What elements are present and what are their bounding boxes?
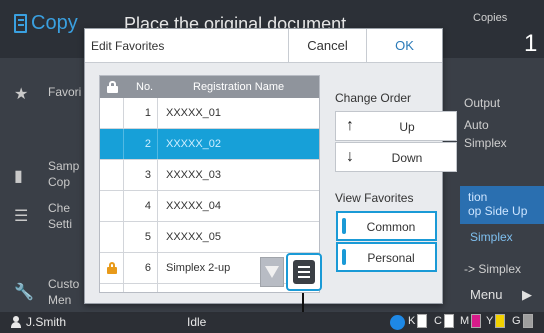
printer-status: Idle [187, 315, 207, 329]
output-label: Output [464, 96, 501, 110]
indicator-bar [342, 249, 346, 265]
column-header-name: Registration Name [193, 81, 285, 93]
copies-label: Copies [473, 12, 508, 24]
menu-icon [293, 260, 315, 284]
cancel-button[interactable]: Cancel [288, 29, 366, 62]
down-button[interactable]: ↓ Down [335, 142, 457, 172]
table-header: No. Registration Name [100, 76, 319, 98]
ink-level-y [495, 314, 506, 328]
check-settings-item[interactable]: ☰ Che Setti [0, 200, 84, 234]
left-panel: ★ Favori ▮ Samp Cop ☰ Che Setti 🔧 Custo … [0, 58, 84, 312]
ink-level-m [471, 314, 482, 328]
favorites-icon: ★ [14, 86, 29, 103]
edit-favorites-dialog: Edit Favorites Cancel OK No. Registratio… [84, 28, 457, 304]
table-row[interactable]: 4 XXXXX_04 [100, 191, 319, 222]
table-row[interactable]: 1 XXXXX_01 [100, 98, 319, 129]
ink-k: K [408, 314, 428, 328]
up-button[interactable]: ↑ Up [335, 111, 457, 141]
simplex-arrow-label: -> Simplex [464, 262, 522, 276]
simplex-label: Simplex [464, 136, 507, 150]
lock-icon [107, 262, 117, 274]
dialog-header: Edit Favorites Cancel OK [85, 29, 442, 63]
user-indicator[interactable]: J.Smith [10, 315, 66, 329]
callout-line [302, 293, 304, 312]
wrench-icon: 🔧 [14, 284, 34, 301]
list-menu-button[interactable] [286, 253, 322, 291]
user-name: J.Smith [26, 315, 67, 329]
dialog-title: Edit Favorites [91, 39, 165, 53]
sample-copy-item[interactable]: ▮ Samp Cop [0, 158, 84, 192]
table-row-selected[interactable]: 2 XXXXX_02 [100, 129, 319, 160]
duplex-label: Simplex [470, 230, 513, 244]
ink-level-g [522, 314, 533, 328]
indicator-bar [342, 218, 346, 234]
ink-y: Y [486, 314, 506, 328]
ink-level-c [443, 314, 454, 328]
copies-value[interactable]: 1 [524, 30, 537, 58]
status-bar: J.Smith Idle K C M Y G [0, 312, 544, 333]
table-row[interactable]: 3 XXXXX_03 [100, 160, 319, 191]
scroll-down-button[interactable] [260, 257, 284, 287]
ok-button[interactable]: OK [366, 29, 442, 62]
ink-level-k [417, 314, 428, 328]
auto-label: Auto [464, 118, 489, 132]
app-title-text: Copy [31, 12, 78, 34]
change-order-label: Change Order [335, 91, 412, 105]
network-icon [390, 315, 405, 330]
personal-button[interactable]: Personal [336, 242, 437, 272]
table-row[interactable]: 5 XXXXX_05 [100, 222, 319, 253]
play-icon: ▶ [522, 287, 532, 302]
favorites-item[interactable]: ★ Favori [0, 80, 84, 104]
sample-copy-icon: ▮ [14, 168, 23, 185]
ink-c: C [434, 314, 454, 328]
app-title: Copy [14, 12, 78, 35]
copy-icon [14, 14, 27, 33]
menu-button[interactable]: Menu ▶ [460, 281, 544, 309]
user-icon [10, 316, 22, 328]
custom-menu-item[interactable]: 🔧 Custo Men [0, 276, 84, 310]
list-icon: ☰ [14, 208, 29, 225]
lock-icon [107, 81, 118, 93]
view-favorites-label: View Favorites [335, 191, 414, 205]
chevron-down-icon [265, 266, 279, 278]
ink-m: M [460, 314, 482, 328]
ink-g: G [512, 314, 533, 328]
orientation-setting[interactable]: tion op Side Up [460, 186, 544, 224]
common-button[interactable]: Common [336, 211, 437, 241]
column-header-no: No. [136, 81, 154, 93]
